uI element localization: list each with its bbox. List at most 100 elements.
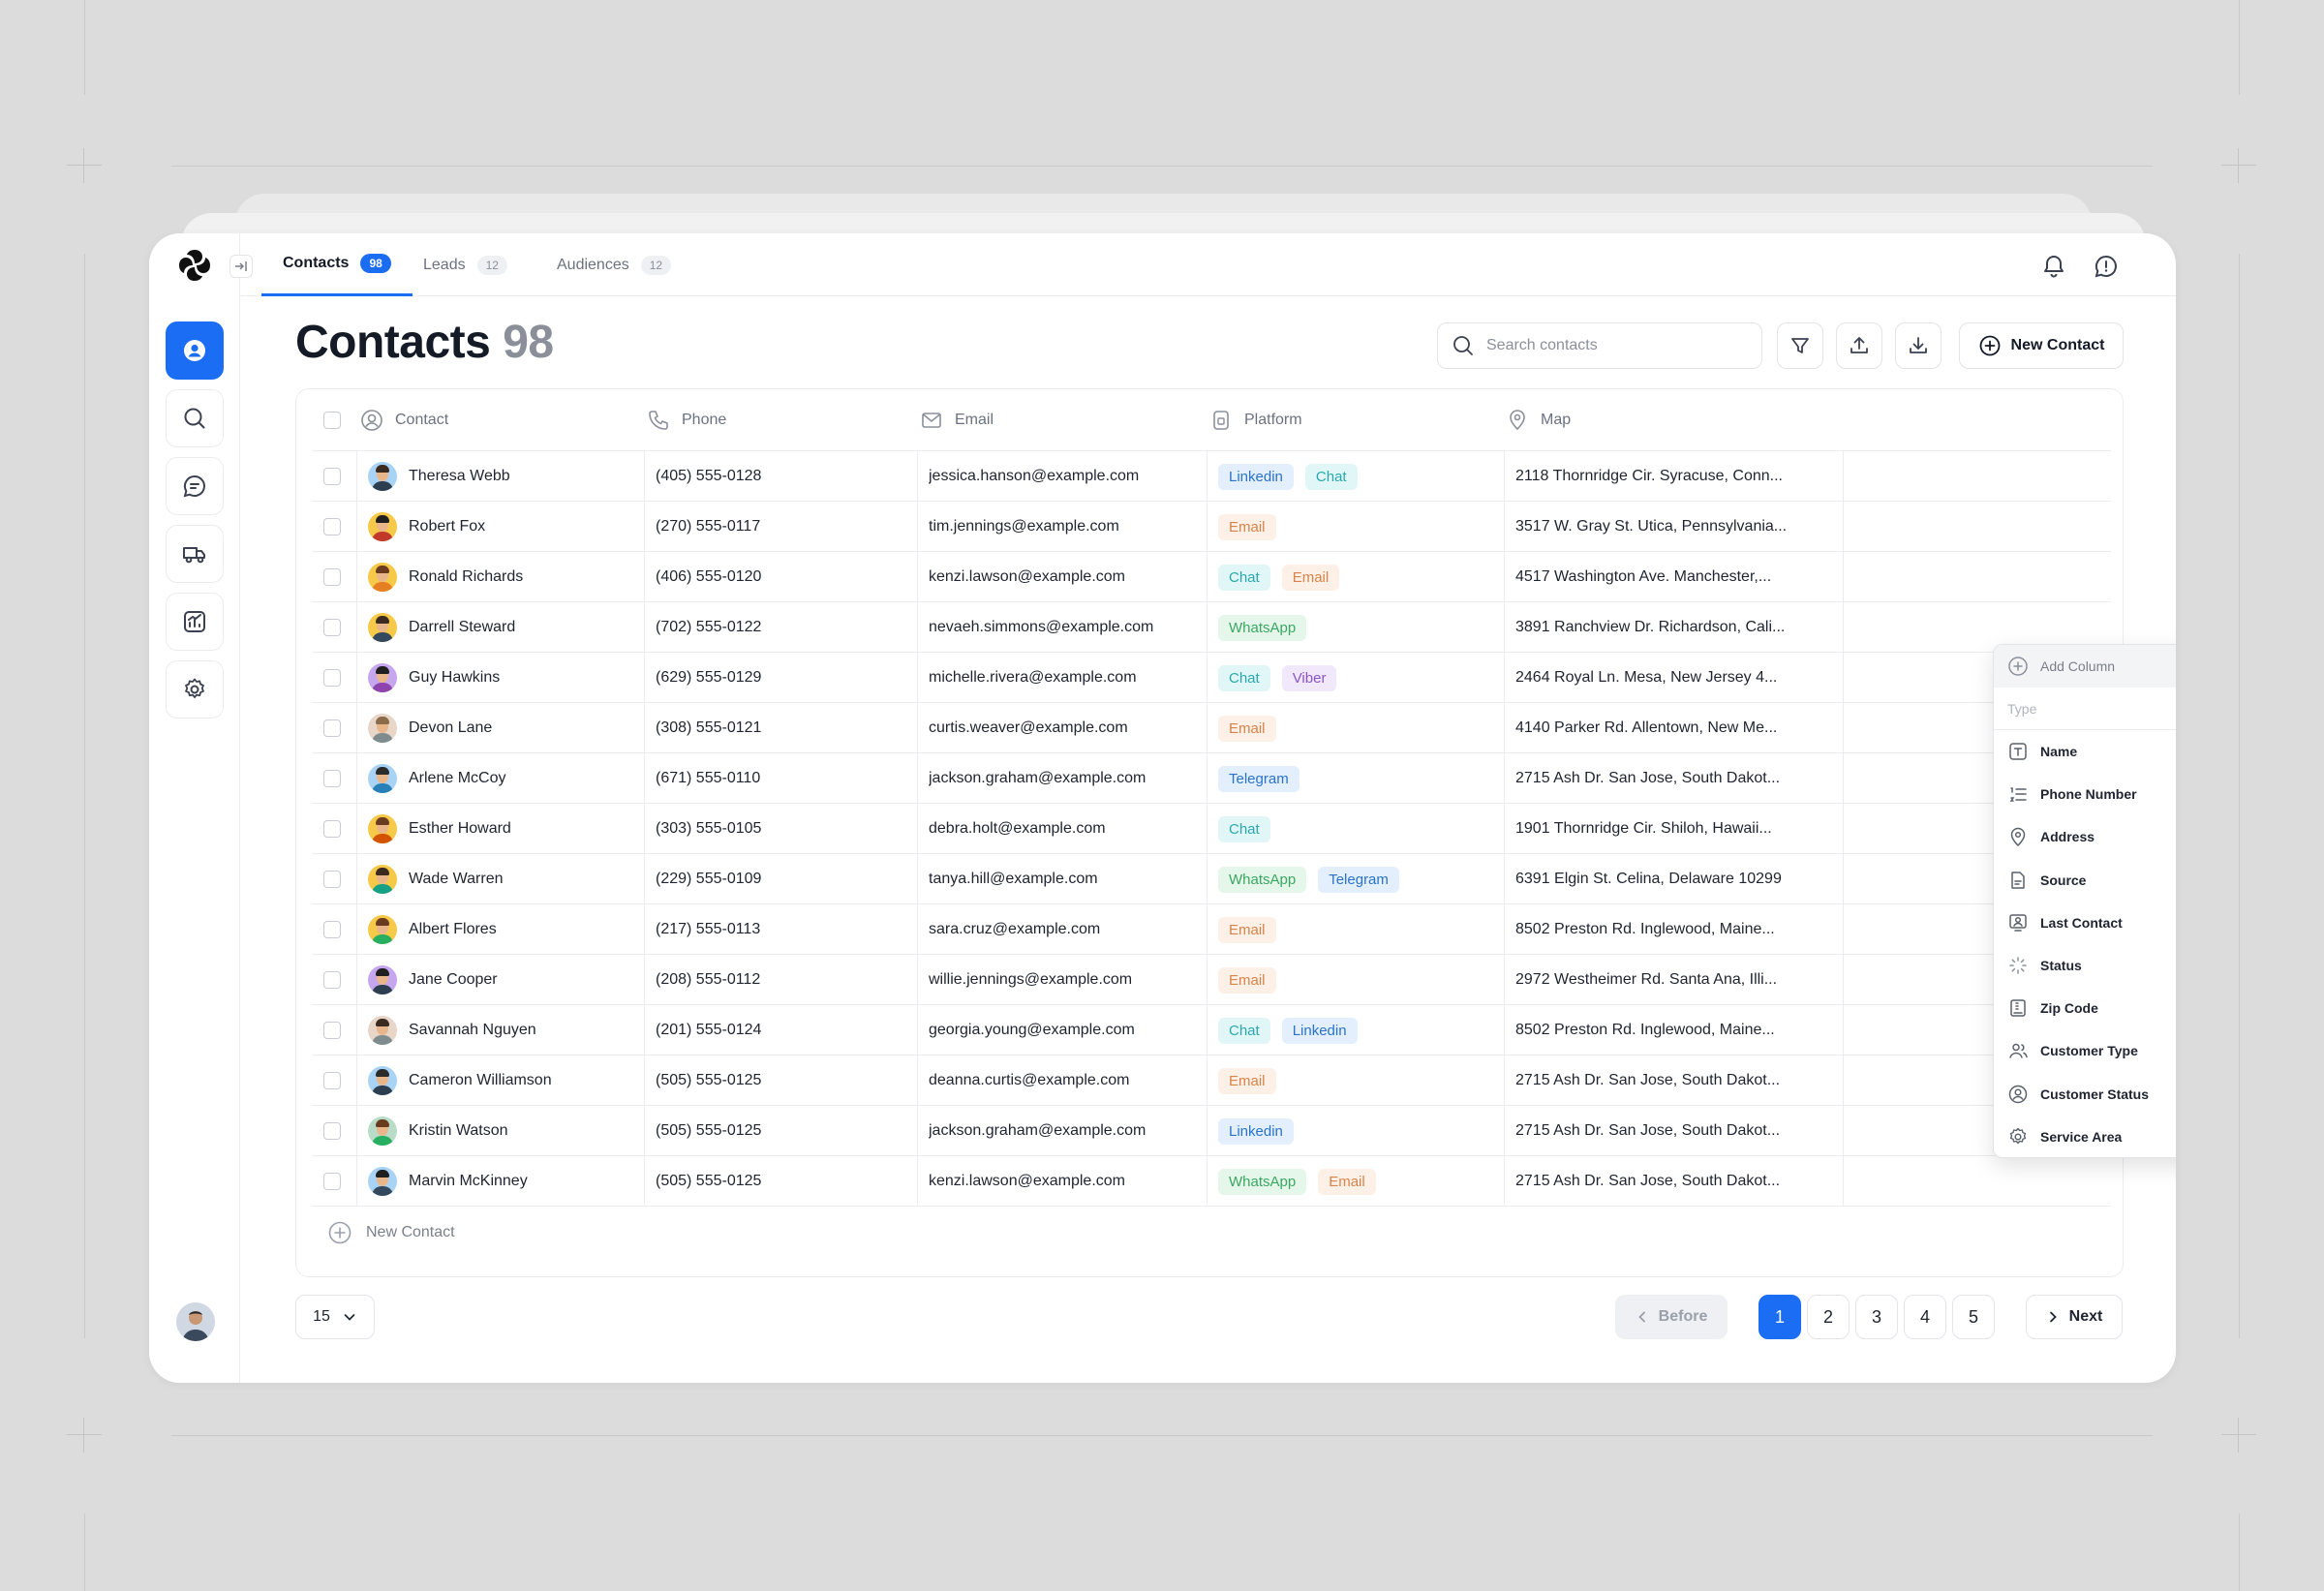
platform-cell: Email [1218, 955, 1504, 1005]
column-type-input[interactable] [2007, 700, 2176, 717]
tab-audiences[interactable]: Audiences 12 [535, 233, 692, 296]
nav-settings[interactable] [166, 660, 224, 719]
column-type-option[interactable]: Zip Code [1994, 987, 2176, 1029]
table-row[interactable]: Savannah Nguyen (201) 555-0124 georgia.you… [312, 1005, 2111, 1056]
download-button[interactable] [1895, 322, 1942, 369]
nav-search[interactable] [166, 389, 224, 447]
notification-bell-icon[interactable] [2040, 253, 2067, 280]
filter-button[interactable] [1777, 322, 1823, 369]
column-header-phone[interactable]: Phone [647, 389, 726, 451]
row-checkbox[interactable] [323, 1106, 341, 1156]
row-checkbox[interactable] [323, 602, 341, 653]
row-checkbox[interactable] [323, 703, 341, 753]
plus-circle-icon [328, 1221, 352, 1244]
column-type-option[interactable]: Customer Type [1994, 1029, 2176, 1072]
user-circle-icon [2008, 1085, 2028, 1103]
tab-leads[interactable]: Leads 12 [402, 233, 529, 296]
upload-button[interactable] [1836, 322, 1882, 369]
tab-label: Leads [423, 256, 466, 273]
column-type-list: Name Phone Number Address Source Last Contac… [1994, 730, 2176, 1157]
platform-cell: Email [1218, 904, 1504, 955]
table-row[interactable]: Guy Hawkins (629) 555-0129 michelle.rivera… [312, 653, 2111, 703]
row-checkbox[interactable] [323, 955, 341, 1005]
nav-analytics[interactable] [166, 593, 224, 651]
help-chat-icon[interactable] [2093, 253, 2120, 280]
email-cell: nevaeh.simmons@example.com [929, 619, 1154, 635]
email-cell: curtis.weaver@example.com [929, 719, 1128, 736]
contact-avatar [368, 663, 397, 692]
add-contact-row-button[interactable]: New Contact [327, 1220, 455, 1245]
contact-cell: Esther Howard [368, 804, 639, 854]
page-4-button[interactable]: 4 [1904, 1295, 1946, 1339]
table-row[interactable]: Arlene McCoy (671) 555-0110 jackson.graham… [312, 753, 2111, 804]
table-row[interactable]: Darrell Steward (702) 555-0122 nevaeh.simm… [312, 602, 2111, 653]
platform-cell: WhatsApp Telegram [1218, 854, 1504, 904]
column-header-map[interactable]: Map [1506, 389, 1571, 451]
contact-name: Darrell Steward [409, 619, 516, 635]
column-type-option[interactable]: Address [1994, 815, 2176, 858]
contact-avatar [368, 814, 397, 843]
users-icon [2009, 1044, 2028, 1059]
column-header-email[interactable]: Email [920, 389, 994, 451]
tab-count-badge: 98 [360, 254, 391, 273]
column-type-filter[interactable] [1994, 688, 2176, 730]
platform-badge: Email [1281, 564, 1340, 591]
column-type-option[interactable]: Customer Status [1994, 1073, 2176, 1116]
phone-cell: (505) 555-0125 [656, 1173, 762, 1189]
column-type-option[interactable]: Last Contact [1994, 902, 2176, 944]
page-1-button[interactable]: 1 [1758, 1295, 1801, 1339]
column-type-label: Status [2040, 958, 2082, 974]
table-row[interactable]: Devon Lane (308) 555-0121 curtis.weaver@ex… [312, 703, 2111, 753]
email-cell: tanya.hill@example.com [929, 871, 1098, 887]
table-row[interactable]: Wade Warren (229) 555-0109 tanya.hill@exam… [312, 854, 2111, 904]
column-label: Contact [395, 412, 449, 428]
search-input[interactable] [1486, 337, 1748, 354]
row-checkbox[interactable] [323, 1005, 341, 1056]
table-row[interactable]: Robert Fox (270) 555-0117 tim.jennings@exa… [312, 502, 2111, 552]
logo-icon [176, 247, 213, 284]
column-type-option[interactable]: Name [1994, 730, 2176, 773]
nav-contacts[interactable] [166, 321, 224, 380]
nav-delivery[interactable] [166, 525, 224, 583]
select-all-checkbox[interactable] [323, 389, 341, 451]
column-header-contact[interactable]: Contact [360, 389, 448, 451]
column-type-option[interactable]: Status [1994, 944, 2176, 987]
row-checkbox[interactable] [323, 552, 341, 602]
column-type-option[interactable]: Source [1994, 859, 2176, 902]
row-checkbox[interactable] [323, 1056, 341, 1106]
column-type-option[interactable]: Phone Number [1994, 773, 2176, 815]
add-column-header[interactable]: Add Column [1994, 645, 2176, 688]
row-checkbox[interactable] [323, 653, 341, 703]
tab-contacts[interactable]: Contacts 98 [261, 233, 413, 296]
row-checkbox[interactable] [323, 1156, 341, 1207]
platform-badge: Linkedin [1218, 463, 1294, 490]
row-checkbox[interactable] [323, 904, 341, 955]
table-row[interactable]: Kristin Watson (505) 555-0125 jackson.grah… [312, 1106, 2111, 1156]
table-row[interactable]: Jane Cooper (208) 555-0112 willie.jennings… [312, 955, 2111, 1005]
search-box[interactable] [1437, 322, 1762, 369]
table-row[interactable]: Cameron Williamson (505) 555-0125 deanna.c… [312, 1056, 2111, 1106]
page-3-button[interactable]: 3 [1855, 1295, 1898, 1339]
row-checkbox[interactable] [323, 804, 341, 854]
row-checkbox[interactable] [323, 753, 341, 804]
email-cell: jackson.graham@example.com [929, 770, 1147, 786]
column-header-platform[interactable]: Platform [1209, 389, 1302, 451]
nav-messages[interactable] [166, 457, 224, 515]
page-2-button[interactable]: 2 [1807, 1295, 1850, 1339]
table-row[interactable]: Marvin McKinney (505) 555-0125 kenzi.lawso… [312, 1156, 2111, 1207]
row-checkbox[interactable] [323, 854, 341, 904]
table-row[interactable]: Theresa Webb (405) 555-0128 jessica.hanson… [312, 451, 2111, 502]
next-page-button[interactable]: Next [2026, 1295, 2123, 1339]
table-row[interactable]: Ronald Richards (406) 555-0120 kenzi.lawso… [312, 552, 2111, 602]
previous-page-button[interactable]: Before [1615, 1295, 1728, 1339]
column-type-option[interactable]: Service Area [1994, 1116, 2176, 1157]
table-row[interactable]: Esther Howard (303) 555-0105 debra.holt@ex… [312, 804, 2111, 854]
page-5-button[interactable]: 5 [1952, 1295, 1995, 1339]
rows-per-page-select[interactable]: 15 [295, 1295, 375, 1339]
new-contact-button[interactable]: New Contact [1959, 322, 2124, 369]
row-checkbox[interactable] [323, 451, 341, 502]
table-row[interactable]: Albert Flores (217) 555-0113 sara.cruz@exa… [312, 904, 2111, 955]
user-avatar[interactable] [176, 1302, 215, 1341]
row-checkbox[interactable] [323, 502, 341, 552]
contact-cell: Savannah Nguyen [368, 1005, 639, 1056]
